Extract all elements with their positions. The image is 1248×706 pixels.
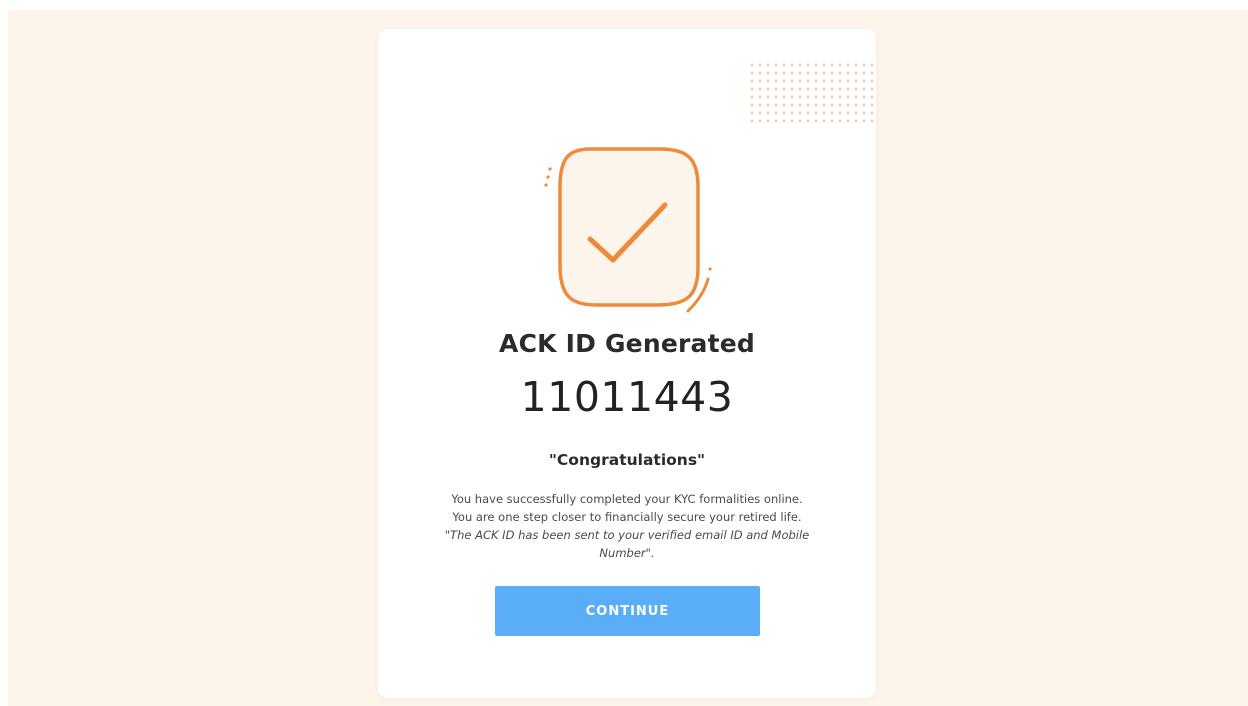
success-message: You have successfully completed your KYC… xyxy=(417,490,837,562)
message-line-2: You are one step closer to financially s… xyxy=(452,510,802,524)
ack-title: ACK ID Generated xyxy=(499,329,755,358)
continue-button[interactable]: CONTINUE xyxy=(495,586,760,636)
message-note: "The ACK ID has been sent to your verifi… xyxy=(444,528,810,560)
message-line-1: You have successfully completed your KYC… xyxy=(451,492,803,506)
congratulations-heading: "Congratulations" xyxy=(548,451,706,469)
check-badge-icon xyxy=(544,147,712,313)
ack-id-number: 11011443 xyxy=(520,373,734,421)
ack-success-card: ACK ID Generated 11011443 "Congratulatio… xyxy=(378,29,876,698)
dot-grid-decoration xyxy=(748,61,876,127)
